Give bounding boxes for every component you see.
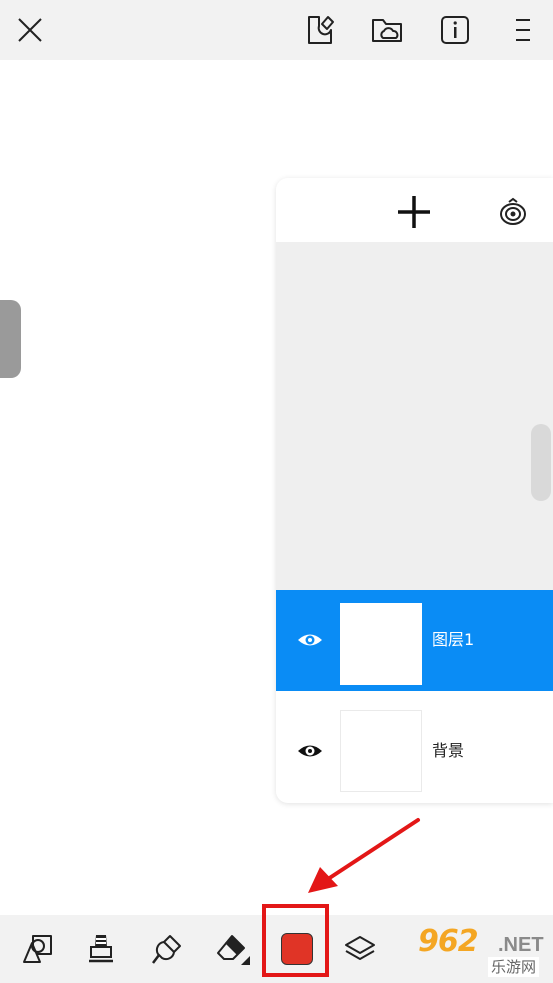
layer-name: 图层1 bbox=[432, 630, 475, 649]
eye-icon[interactable] bbox=[296, 628, 324, 652]
highlight-box bbox=[262, 904, 329, 977]
brush-tool-button[interactable] bbox=[147, 929, 187, 969]
layer-name: 背景 bbox=[432, 741, 465, 760]
layer-settings-icon bbox=[500, 197, 526, 225]
eye-icon[interactable] bbox=[296, 739, 324, 763]
layers-list-empty-area bbox=[276, 242, 553, 590]
watermark-site-name: 乐游网 bbox=[488, 957, 540, 977]
top-toolbar bbox=[0, 0, 553, 60]
stamp-icon bbox=[89, 935, 113, 963]
layers-panel: 图层1 背景 bbox=[276, 178, 553, 803]
eraser-tool-button[interactable] bbox=[213, 929, 253, 969]
layer-row-background[interactable]: 背景 bbox=[276, 701, 553, 802]
add-layer-button[interactable] bbox=[394, 192, 434, 232]
watermark-domain: .NET bbox=[498, 934, 544, 956]
layers-scrollbar[interactable] bbox=[531, 424, 551, 501]
menu-icon bbox=[516, 19, 530, 41]
cloud-folder-button[interactable] bbox=[367, 10, 407, 50]
site-watermark: 962 .NET 乐游网 bbox=[418, 925, 553, 983]
canvas-tag-icon bbox=[308, 16, 334, 44]
watermark-number: 962 bbox=[418, 924, 479, 959]
layer-settings-button[interactable] bbox=[496, 192, 530, 232]
shape-tool-button[interactable] bbox=[18, 929, 58, 969]
layers-panel-header bbox=[276, 178, 553, 242]
layer-thumbnail bbox=[340, 710, 422, 792]
canvas-shape-button[interactable] bbox=[300, 10, 340, 50]
layers-tool-button[interactable] bbox=[340, 929, 380, 969]
plus-icon bbox=[398, 196, 430, 228]
annotation-arrow-icon bbox=[308, 818, 420, 893]
close-icon bbox=[18, 18, 42, 42]
layer-row-selected[interactable]: 图层1 bbox=[276, 590, 553, 691]
close-button[interactable] bbox=[10, 10, 50, 50]
shape-icon bbox=[23, 935, 52, 963]
layers-icon bbox=[345, 936, 375, 960]
stamp-tool-button[interactable] bbox=[81, 929, 121, 969]
info-icon bbox=[441, 16, 469, 44]
layer-thumbnail bbox=[340, 603, 422, 685]
menu-button[interactable] bbox=[503, 10, 543, 50]
side-drawer-handle[interactable] bbox=[0, 300, 21, 378]
cloud-folder-icon bbox=[372, 19, 402, 42]
brush-icon bbox=[152, 935, 181, 964]
eraser-icon bbox=[217, 935, 250, 965]
info-button[interactable] bbox=[435, 10, 475, 50]
